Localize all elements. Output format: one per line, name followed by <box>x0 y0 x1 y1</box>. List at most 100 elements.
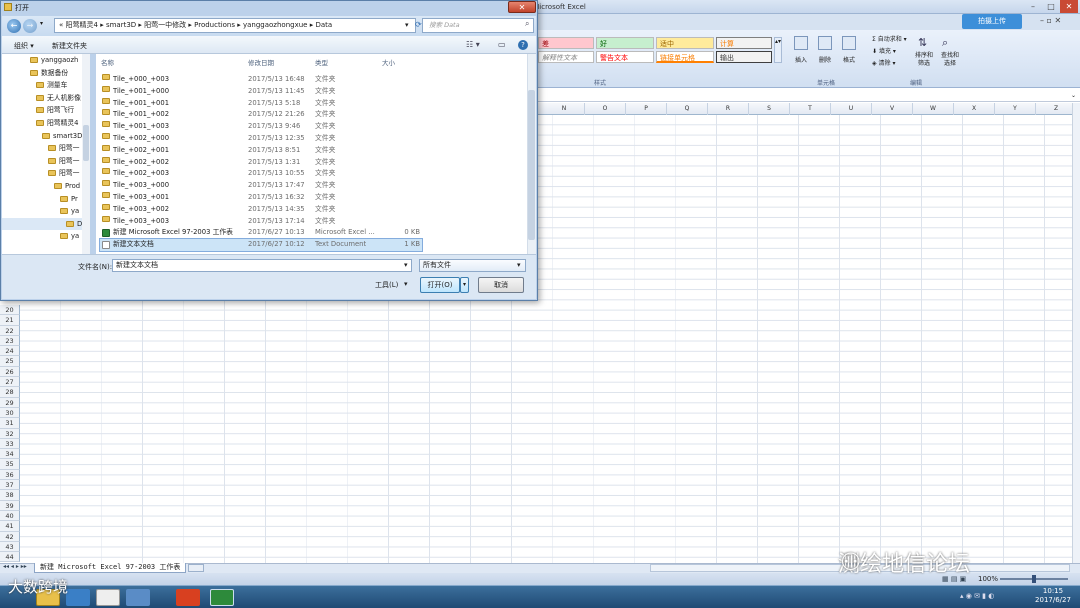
col-type-header[interactable]: 类型 <box>315 57 328 67</box>
file-row[interactable]: 新建 Microsoft Excel 97-2003 工作表 2017/6/27 … <box>100 227 422 239</box>
row-header[interactable]: 43 <box>0 541 20 553</box>
autosum-button[interactable]: Σ 自动求和 ▾ <box>872 34 907 43</box>
styles-more-icon[interactable]: ▴▾ <box>774 37 782 63</box>
breadcrumb-item[interactable]: Productions <box>194 21 235 29</box>
browser-icon[interactable] <box>66 589 90 606</box>
help-icon[interactable]: ? <box>518 40 528 50</box>
column-header[interactable]: W <box>913 103 954 115</box>
breadcrumb-separator-icon[interactable]: ▸ <box>186 21 194 29</box>
col-date-header[interactable]: 修改日期 <box>248 57 274 67</box>
insert-sheet-icon[interactable] <box>188 564 204 572</box>
file-row[interactable]: Tile_+003_+001 2017/5/13 16:32 文件夹 <box>100 192 422 204</box>
breadcrumb-item[interactable]: 阳莺一中修改 <box>144 21 186 29</box>
file-row[interactable]: Tile_+003_+000 2017/5/13 17:47 文件夹 <box>100 180 422 192</box>
forward-arrow-icon[interactable]: → <box>23 19 37 33</box>
row-header[interactable]: 31 <box>0 418 20 429</box>
col-size-header[interactable]: 大小 <box>382 57 395 67</box>
zoom-level[interactable]: 100% <box>978 575 998 583</box>
delete-button[interactable]: 删除 <box>814 55 836 64</box>
tree-item[interactable]: 测量车 <box>36 79 67 91</box>
file-row[interactable]: Tile_+003_+003 2017/5/13 17:14 文件夹 <box>100 215 422 228</box>
column-header[interactable]: O <box>585 103 626 115</box>
style-good[interactable]: 好 <box>596 37 654 49</box>
breadcrumb-separator-icon[interactable]: ▸ <box>98 21 106 29</box>
breadcrumb-item[interactable]: yanggaozhongxue <box>243 21 308 29</box>
insert-button[interactable]: 插入 <box>790 55 812 64</box>
tree-item[interactable]: 阳莺一 <box>48 142 79 154</box>
file-row[interactable]: Tile_+002_+003 2017/5/13 10:55 文件夹 <box>100 168 422 180</box>
clock[interactable]: 10:15 2017/6/27 <box>1030 587 1076 605</box>
row-header[interactable]: 42 <box>0 531 20 542</box>
column-header[interactable]: S <box>749 103 790 115</box>
breadcrumb-item[interactable]: smart3D <box>106 21 136 29</box>
tree-item[interactable]: 数据备份 <box>30 67 68 79</box>
tree-item[interactable]: 阳莺精灵4 <box>36 117 79 129</box>
filename-input[interactable]: 新建文本文档 <box>112 259 412 272</box>
column-header[interactable]: Q <box>667 103 708 115</box>
vertical-scrollbar[interactable] <box>1072 103 1080 563</box>
clear-button[interactable]: ◈ 清除 ▾ <box>872 58 895 67</box>
tree-item[interactable]: 阳莺一 <box>48 167 79 179</box>
view-icon[interactable]: ☷ ▾ <box>466 40 480 49</box>
breadcrumb[interactable]: « 阳莺精灵4 ▸ smart3D ▸ 阳莺一中修改 ▸ Productions… <box>54 18 416 33</box>
tree-item[interactable]: ya <box>60 230 79 242</box>
row-header[interactable]: 23 <box>0 335 20 347</box>
file-row[interactable]: Tile_+003_+002 2017/5/13 14:35 文件夹 <box>100 203 422 216</box>
column-header[interactable]: N <box>544 103 585 115</box>
zoom-slider-thumb[interactable] <box>1032 575 1036 583</box>
row-header[interactable]: 36 <box>0 469 20 481</box>
column-header[interactable]: P <box>626 103 667 115</box>
close-icon[interactable]: ✕ <box>1060 0 1078 13</box>
file-row[interactable]: Tile_+001_+002 2017/5/12 21:26 文件夹 <box>100 109 422 121</box>
style-linked[interactable]: 链接单元格 <box>656 51 714 63</box>
row-header[interactable]: 28 <box>0 387 20 398</box>
breadcrumb-separator-icon[interactable]: ▸ <box>235 21 243 29</box>
excel-taskbar-icon[interactable] <box>210 589 234 606</box>
tree-scroll-thumb[interactable] <box>83 125 89 161</box>
row-header[interactable]: 20 <box>0 305 20 316</box>
row-header[interactable]: 37 <box>0 480 20 491</box>
row-header[interactable]: 26 <box>0 366 20 378</box>
column-header[interactable]: V <box>872 103 913 115</box>
preview-pane-icon[interactable]: ▭ <box>498 40 506 49</box>
sheet-tab[interactable]: 新建 Microsoft Excel 97-2003 工作表 <box>34 563 186 573</box>
column-header[interactable]: Y <box>995 103 1036 115</box>
tray-icons[interactable]: ▴ ◉ ✉ ▮ ◐ <box>960 592 994 600</box>
row-header[interactable]: 40 <box>0 510 20 522</box>
minimize-icon[interactable]: – <box>1024 0 1042 13</box>
style-calc[interactable]: 计算 <box>716 37 772 49</box>
file-list-scroll-thumb[interactable] <box>528 90 535 240</box>
row-header[interactable]: 34 <box>0 449 20 460</box>
tree-item[interactable]: ya <box>60 205 79 217</box>
cancel-button[interactable]: 取消 <box>478 277 524 293</box>
style-bad[interactable]: 差 <box>538 37 594 49</box>
tree-item[interactable]: 无人机影像 <box>36 92 81 104</box>
app2-icon[interactable] <box>126 589 150 606</box>
breadcrumb-item[interactable]: Data <box>315 21 332 29</box>
row-header[interactable]: 21 <box>0 315 20 326</box>
tree-item[interactable]: smart3D <box>42 130 82 142</box>
file-row[interactable]: Tile_+002_+001 2017/5/13 8:51 文件夹 <box>100 144 422 157</box>
row-header[interactable]: 29 <box>0 397 20 408</box>
refresh-icon[interactable]: ⟳ <box>415 20 422 29</box>
column-header[interactable]: X <box>954 103 995 115</box>
column-header[interactable]: U <box>831 103 872 115</box>
maximize-icon[interactable]: □ <box>1042 0 1060 13</box>
insert-icon[interactable] <box>794 36 808 50</box>
open-split-arrow-icon[interactable]: ▾ <box>460 277 469 293</box>
sheet-nav-icon[interactable]: ◂◂ ◂ ▸ ▸▸ <box>3 563 27 570</box>
row-header[interactable]: 33 <box>0 438 20 450</box>
row-header[interactable]: 32 <box>0 428 20 439</box>
style-warn[interactable]: 警告文本 <box>596 51 654 63</box>
file-row[interactable]: Tile_+001_+001 2017/5/13 5:18 文件夹 <box>100 97 422 110</box>
tree-item[interactable]: D <box>2 217 88 230</box>
tree-item[interactable]: 阳莺一 <box>48 155 79 167</box>
row-header[interactable]: 44 <box>0 552 20 563</box>
file-row[interactable]: Tile_+000_+003 2017/5/13 16:48 文件夹 <box>100 74 422 86</box>
row-header[interactable]: 38 <box>0 490 20 501</box>
find-select-button[interactable]: 查找和 选择 <box>938 52 962 68</box>
upload-button[interactable]: 拍摄上传 <box>962 14 1022 29</box>
search-input[interactable]: 搜索 Data <box>422 18 534 33</box>
filename-dropdown-icon[interactable]: ▾ <box>404 261 408 269</box>
row-header[interactable]: 22 <box>0 325 20 336</box>
